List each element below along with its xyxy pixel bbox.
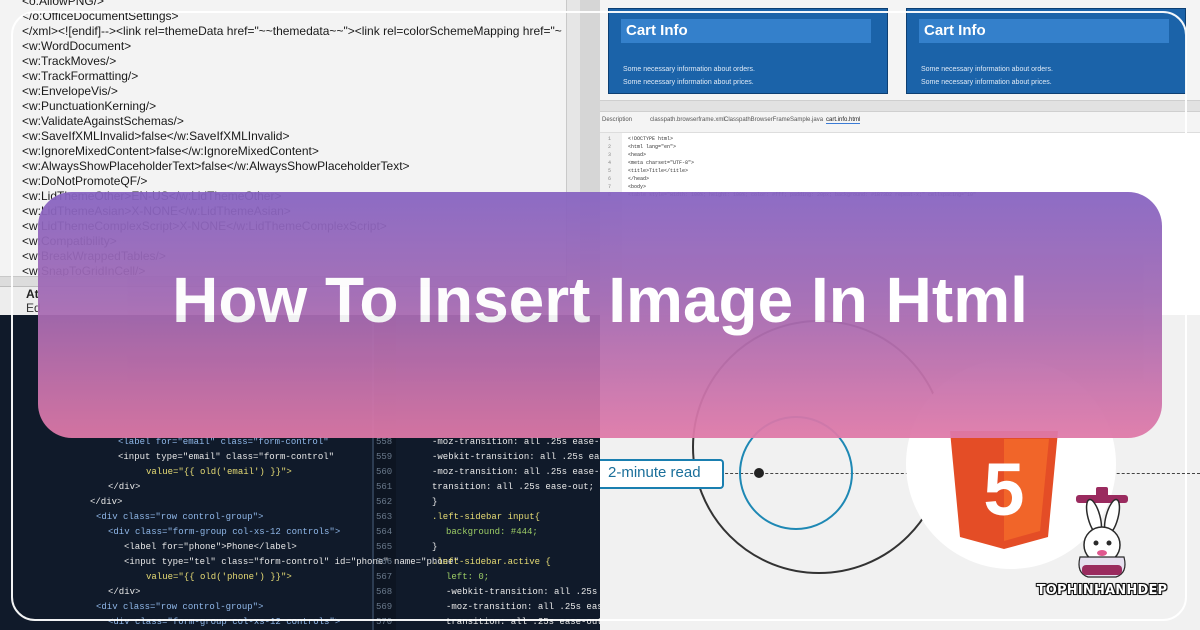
title-banner: How To Insert Image In Html <box>38 192 1162 438</box>
xml-line: <o:AllowPNG/> <box>22 0 105 8</box>
site-logo[interactable]: TOPHINHANHDEP <box>1032 487 1172 627</box>
logo-wordmark: TOPHINHANHDEP <box>1036 583 1168 598</box>
page-title: How To Insert Image In Html <box>172 264 1028 336</box>
bunny-mascot-icon <box>1076 487 1128 578</box>
